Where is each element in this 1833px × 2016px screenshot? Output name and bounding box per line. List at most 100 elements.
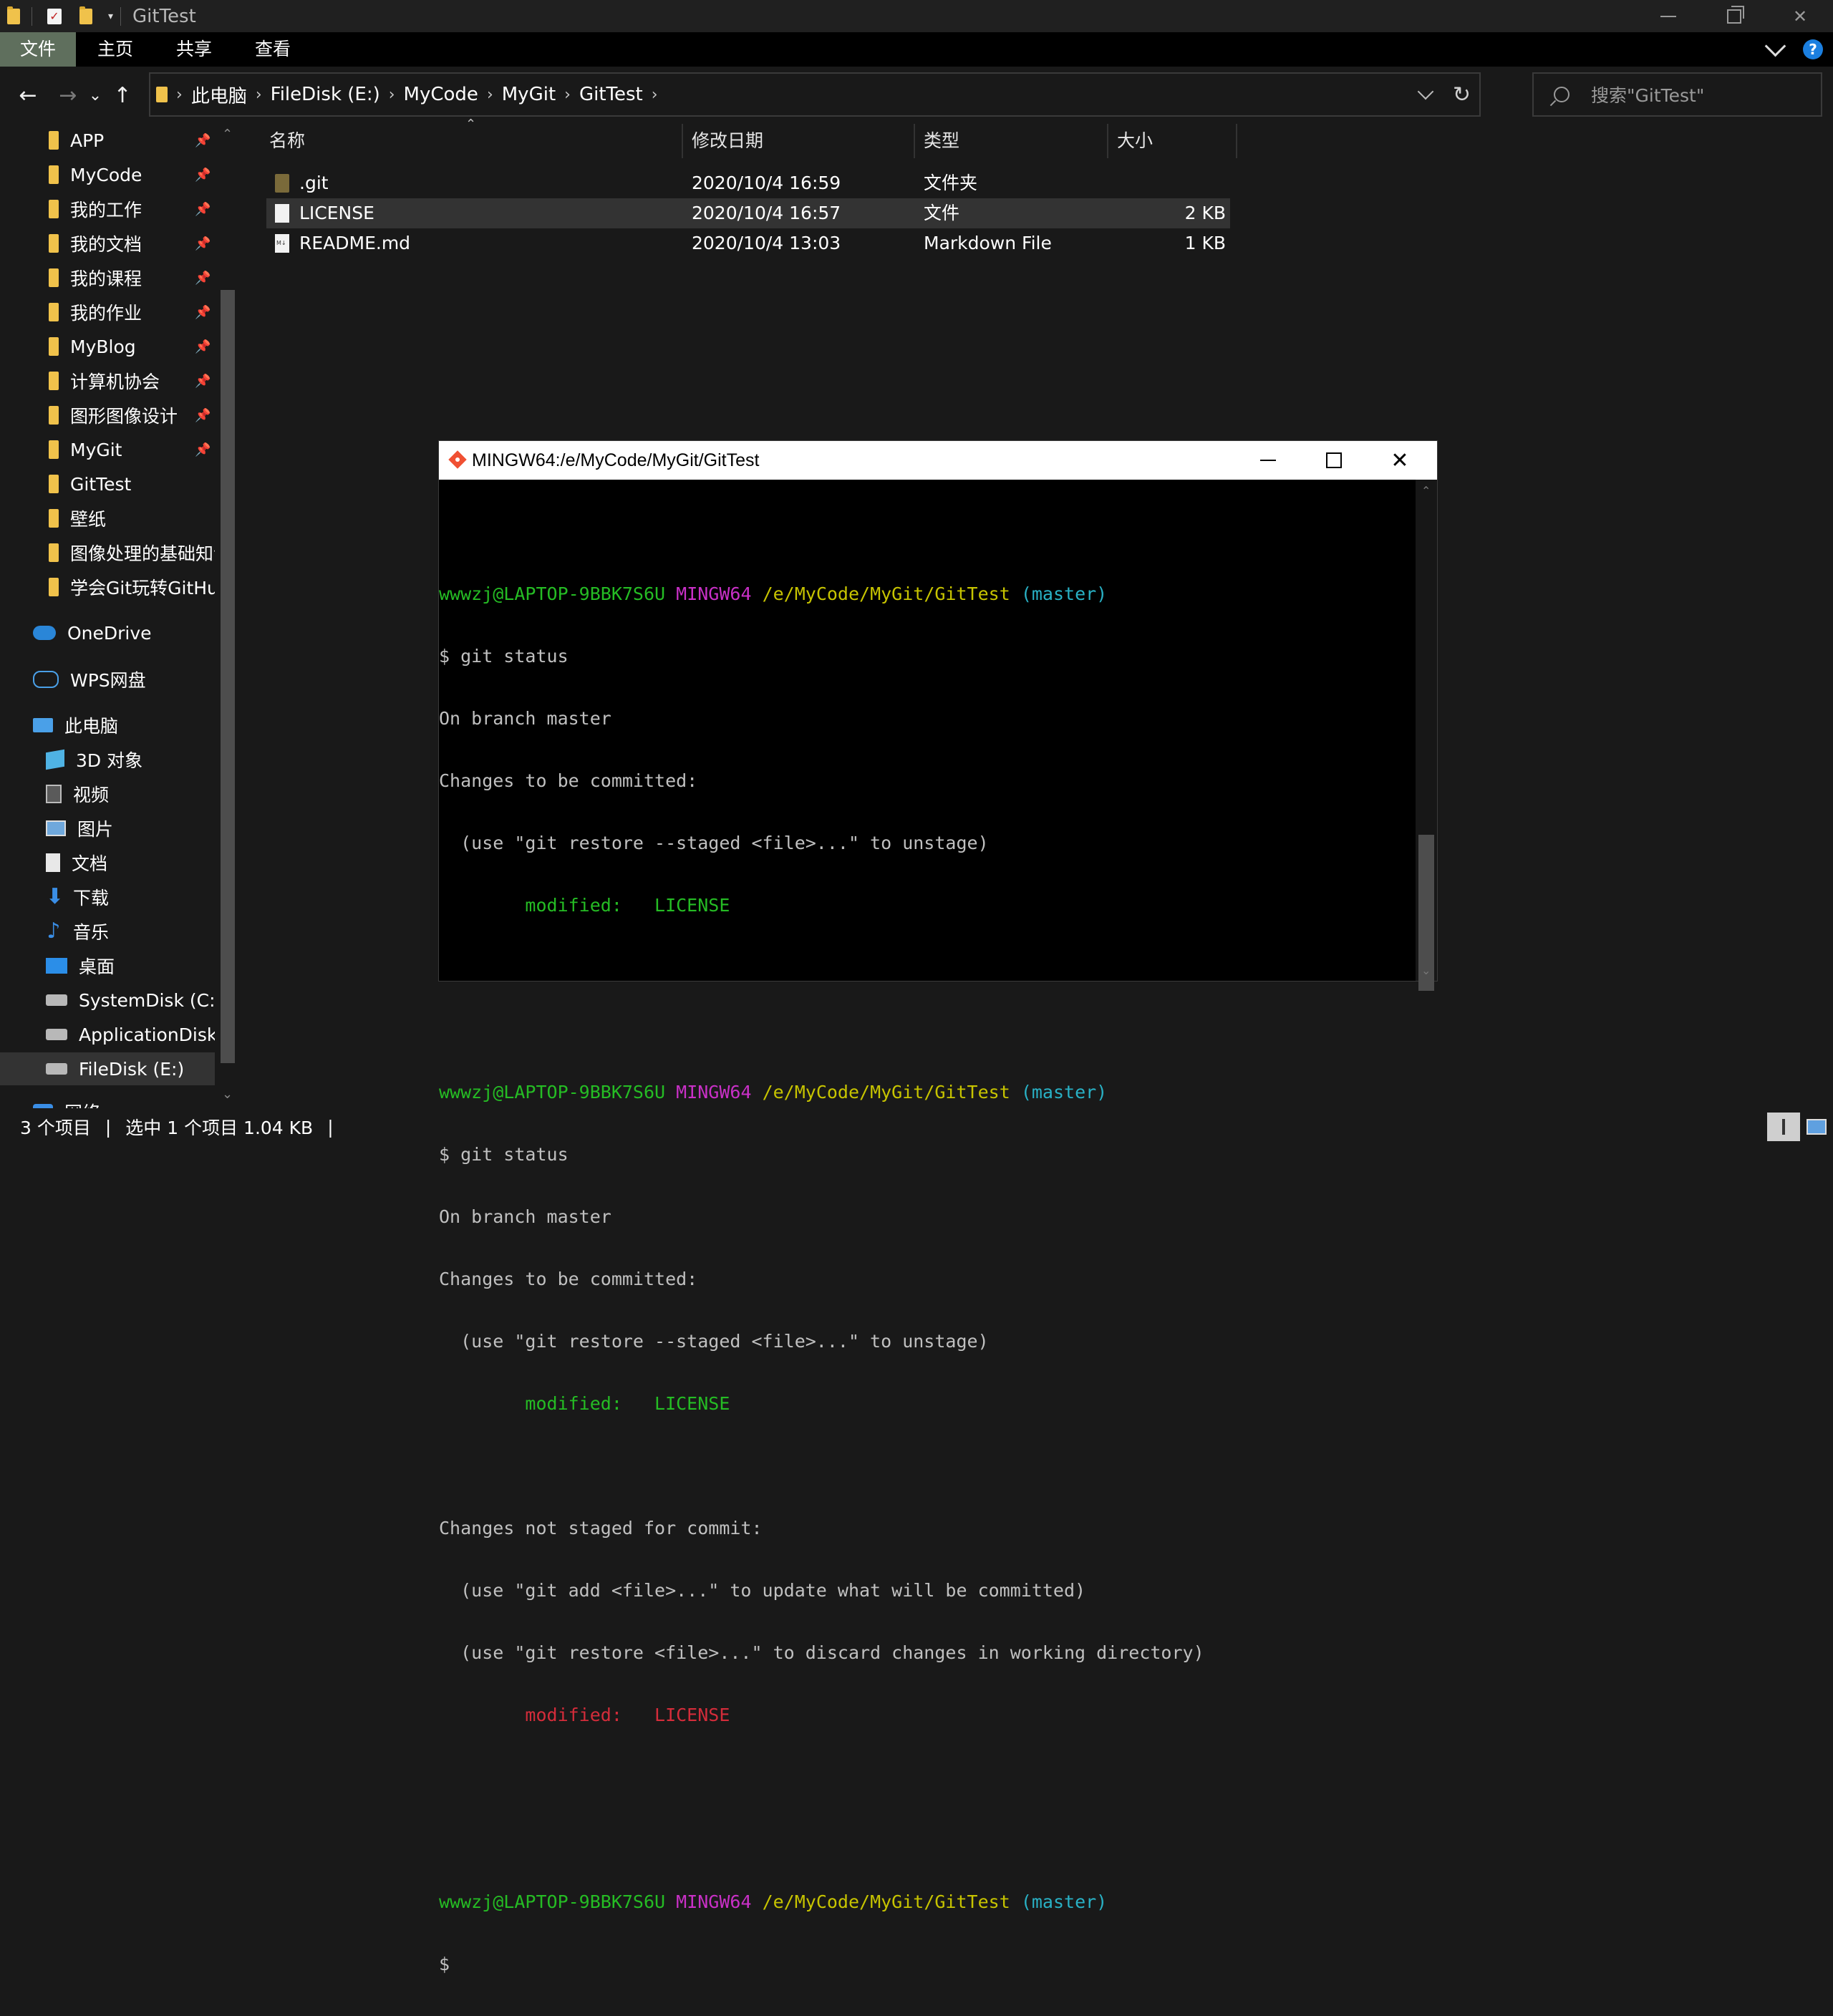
ribbon: 文件 主页 共享 查看 ?: [0, 32, 1833, 67]
search-placeholder: 搜索"GitTest": [1591, 85, 1705, 106]
chevron-right-icon[interactable]: ›: [564, 86, 571, 104]
close-button[interactable]: ✕: [1767, 0, 1833, 32]
column-header-name[interactable]: 名称: [269, 124, 305, 158]
document-icon: [46, 853, 60, 872]
properties-icon[interactable]: ✓: [45, 7, 64, 26]
file-row[interactable]: .git 2020/10/4 16:59 文件夹: [266, 168, 1230, 198]
up-button[interactable]: ↑: [109, 81, 136, 110]
terminal-close-button[interactable]: ✕: [1367, 441, 1433, 480]
terminal-minimize-button[interactable]: [1235, 441, 1301, 480]
details-view-icon[interactable]: [1767, 1113, 1800, 1141]
column-divider[interactable]: [682, 124, 683, 158]
tab-share[interactable]: 共享: [155, 32, 233, 67]
column-header-size[interactable]: 大小: [1117, 124, 1153, 158]
input-prompt[interactable]: $: [439, 1954, 1416, 1974]
pin-icon: 📌: [195, 201, 211, 217]
scroll-down-icon[interactable]: ⌄: [222, 1087, 233, 1102]
breadcrumb-this-pc[interactable]: 此电脑: [191, 82, 247, 108]
command-line: $ git status: [439, 646, 569, 667]
column-header-type[interactable]: 类型: [924, 124, 959, 158]
scroll-up-icon[interactable]: ⌃: [1421, 484, 1431, 498]
terminal-window[interactable]: MINGW64:/e/MyCode/MyGit/GitTest ✕ wwwzj@…: [438, 440, 1438, 1974]
nav-item-app[interactable]: APP 📌: [0, 124, 215, 157]
tab-file[interactable]: 文件: [0, 32, 76, 67]
picture-icon: [46, 820, 66, 836]
nav-item-graphic-design[interactable]: 图形图像设计 📌: [0, 399, 215, 432]
folder-icon: [49, 440, 59, 459]
nav-item-documents[interactable]: 我的文档 📌: [0, 227, 215, 260]
new-folder-icon[interactable]: [77, 6, 95, 26]
nav-item-gittest[interactable]: GitTest: [0, 467, 215, 500]
nav-item-mygit[interactable]: MyGit 📌: [0, 433, 215, 466]
large-icons-view-icon[interactable]: [1800, 1113, 1833, 1141]
tab-view[interactable]: 查看: [233, 32, 312, 67]
nav-item-learn-git[interactable]: 学会Git玩转GitHub: [0, 571, 215, 604]
output-line: On branch master: [439, 708, 611, 729]
address-history-icon[interactable]: [1417, 83, 1434, 100]
search-input[interactable]: 搜索"GitTest": [1532, 72, 1822, 117]
nav-item-desktop[interactable]: 桌面: [0, 949, 215, 982]
terminal-scrollbar[interactable]: ⌃ ⌄: [1416, 480, 1437, 991]
scrollbar-thumb[interactable]: [221, 290, 235, 1063]
scroll-down-icon[interactable]: ⌄: [1421, 964, 1431, 977]
nav-item-mycode[interactable]: MyCode 📌: [0, 158, 215, 191]
help-icon[interactable]: ?: [1803, 39, 1823, 59]
nav-item-music[interactable]: ♪ 音乐: [0, 915, 215, 948]
expand-ribbon-icon[interactable]: [1764, 35, 1786, 57]
restore-button[interactable]: [1701, 0, 1767, 32]
nav-item-onedrive[interactable]: OneDrive: [0, 616, 215, 649]
refresh-icon[interactable]: ↻: [1453, 82, 1471, 107]
nav-item-network[interactable]: 网络: [0, 1095, 215, 1108]
nav-item-computer-assoc[interactable]: 计算机协会 📌: [0, 364, 215, 397]
nav-item-wps[interactable]: WPS网盘: [0, 663, 215, 696]
nav-item-drive-e[interactable]: FileDisk (E:): [0, 1052, 215, 1085]
chevron-right-icon[interactable]: ›: [389, 86, 395, 104]
column-divider[interactable]: [914, 124, 915, 158]
nav-item-myblog[interactable]: MyBlog 📌: [0, 330, 215, 363]
file-name: LICENSE: [299, 203, 374, 223]
nav-item-3d-objects[interactable]: 3D 对象: [0, 743, 215, 776]
computer-icon: [33, 718, 53, 732]
scroll-up-icon[interactable]: ⌃: [222, 127, 233, 142]
terminal-output[interactable]: wwwzj@LAPTOP-9BBK7S6U MINGW64 /e/MyCode/…: [439, 480, 1416, 1974]
nav-item-work[interactable]: 我的工作 📌: [0, 193, 215, 226]
folder-icon: [49, 372, 59, 390]
chevron-right-icon[interactable]: ›: [652, 86, 658, 104]
nav-item-image-processing[interactable]: 图像处理的基础知识: [0, 536, 215, 569]
address-bar[interactable]: › 此电脑 › FileDisk (E:) › MyCode › MyGit ›…: [149, 72, 1481, 117]
file-row[interactable]: README.md 2020/10/4 13:03 Markdown File …: [266, 228, 1230, 258]
file-row[interactable]: LICENSE 2020/10/4 16:57 文件 2 KB: [266, 198, 1230, 228]
chevron-right-icon[interactable]: ›: [176, 86, 183, 104]
nav-item-drive-d[interactable]: ApplicationDisk (D:): [0, 1018, 215, 1051]
column-divider[interactable]: [1107, 124, 1108, 158]
chevron-right-icon[interactable]: ›: [256, 86, 262, 104]
terminal-maximize-button[interactable]: [1301, 441, 1367, 480]
folder-icon[interactable]: [4, 6, 23, 26]
nav-item-pictures[interactable]: 图片: [0, 812, 215, 845]
nav-item-downloads[interactable]: ⬇ 下载: [0, 881, 215, 914]
breadcrumb-gittest[interactable]: GitTest: [579, 84, 643, 105]
nav-item-drive-c[interactable]: SystemDisk (C:): [0, 984, 215, 1017]
breadcrumb-mygit[interactable]: MyGit: [502, 84, 556, 105]
customize-toolbar-icon[interactable]: ▾: [108, 11, 113, 22]
staged-modified-line: modified: LICENSE: [439, 895, 730, 916]
nav-item-videos[interactable]: 视频: [0, 777, 215, 810]
breadcrumb-filedisk[interactable]: FileDisk (E:): [271, 84, 380, 105]
nav-item-this-pc[interactable]: 此电脑: [0, 709, 215, 742]
chevron-right-icon[interactable]: ›: [487, 86, 493, 104]
nav-item-docs[interactable]: 文档: [0, 846, 215, 879]
nav-item-homework[interactable]: 我的作业 📌: [0, 296, 215, 329]
nav-item-wallpaper[interactable]: 壁纸: [0, 502, 215, 535]
minimize-button[interactable]: [1635, 0, 1701, 32]
terminal-title-bar[interactable]: MINGW64:/e/MyCode/MyGit/GitTest ✕: [439, 441, 1437, 480]
forward-button[interactable]: →: [54, 81, 82, 110]
nav-item-courses[interactable]: 我的课程 📌: [0, 261, 215, 294]
tab-home[interactable]: 主页: [76, 32, 155, 67]
nav-pane-scrollbar[interactable]: ⌃ ⌄: [215, 124, 239, 1108]
breadcrumb-mycode[interactable]: MyCode: [404, 84, 478, 105]
column-header-date[interactable]: 修改日期: [692, 124, 763, 158]
recent-locations-button[interactable]: ⌄: [86, 81, 105, 110]
output-line: On branch master: [439, 1206, 611, 1227]
column-divider[interactable]: [1236, 124, 1237, 158]
back-button[interactable]: ←: [14, 81, 42, 110]
